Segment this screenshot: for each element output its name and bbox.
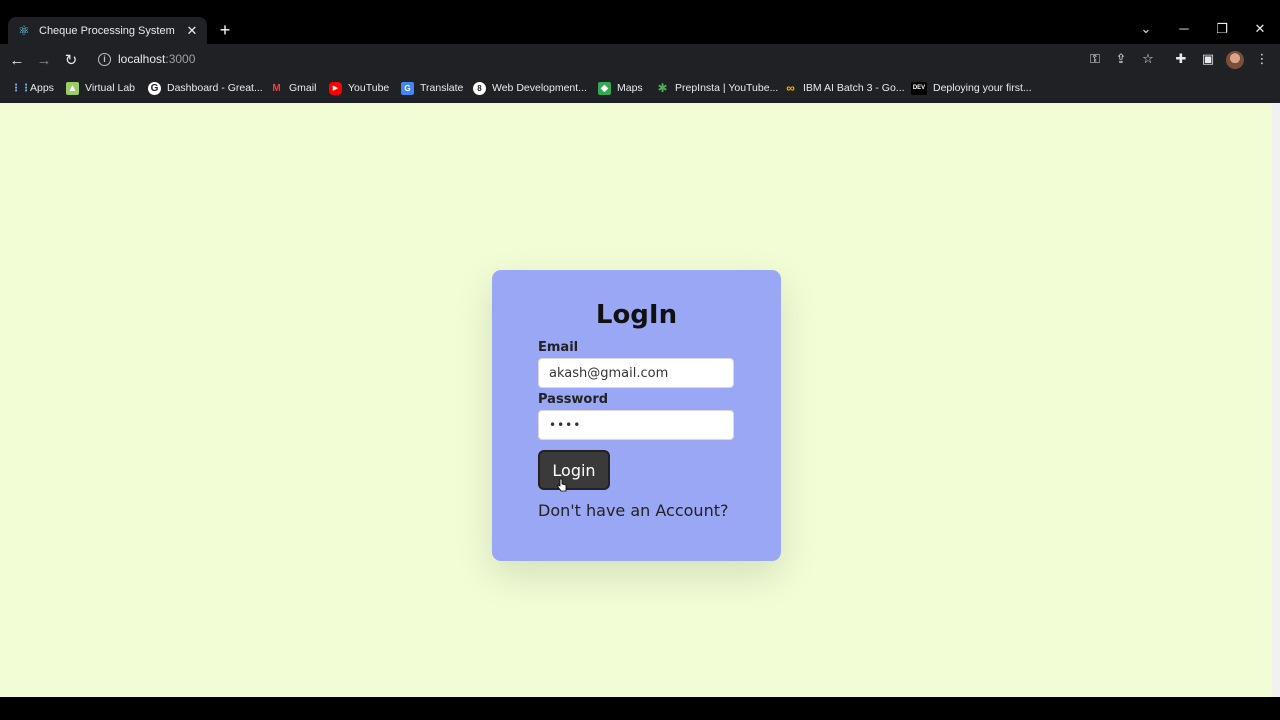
bookmark-label: Virtual Lab: [85, 82, 136, 94]
tab-title: Cheque Processing System: [39, 24, 175, 37]
scrollbar[interactable]: [1272, 103, 1280, 697]
url-text[interactable]: localhost:3000: [118, 52, 195, 66]
bookmark-label: Web Development...: [492, 82, 587, 94]
hand-cursor-icon: [557, 478, 567, 492]
star-icon[interactable]: ☆: [1139, 50, 1157, 68]
email-field[interactable]: [538, 358, 734, 388]
back-icon[interactable]: ←: [7, 51, 27, 71]
bookmark-label: YouTube: [348, 82, 390, 94]
bookmark-label: Translate: [420, 82, 464, 94]
virtual-lab-icon: ▲: [66, 81, 79, 95]
react-icon: ⚛: [18, 22, 30, 38]
bookmark-maps[interactable]: ◆ Maps: [598, 77, 643, 99]
bookmark-web-dev[interactable]: 8 Web Development...: [473, 77, 587, 99]
url-host: localhost: [118, 52, 166, 66]
login-button[interactable]: Login: [538, 450, 610, 490]
password-field[interactable]: [538, 410, 734, 440]
bookmark-label: Dashboard - Great...: [167, 82, 263, 94]
close-icon[interactable]: ✕: [184, 23, 200, 39]
g-icon: G: [148, 81, 161, 95]
key-icon[interactable]: ⚿: [1086, 50, 1104, 68]
bookmark-ibm-ai[interactable]: ∞ IBM AI Batch 3 - Go...: [784, 77, 905, 99]
bookmark-label: IBM AI Batch 3 - Go...: [803, 82, 905, 94]
bookmark-prepinsta[interactable]: ✱ PrepInsta | YouTube...: [656, 77, 778, 99]
sidepanel-icon[interactable]: ▣: [1199, 50, 1217, 68]
reload-icon[interactable]: ↻: [61, 51, 81, 71]
minimize-icon[interactable]: ─: [1174, 19, 1194, 39]
web-dev-icon: 8: [473, 81, 486, 95]
info-icon[interactable]: i: [98, 53, 111, 66]
avatar[interactable]: [1226, 51, 1244, 69]
youtube-icon: ▶: [329, 81, 342, 95]
infinity-icon: ∞: [786, 80, 795, 95]
url-port: :3000: [165, 52, 196, 66]
tab-strip: ⚛ Cheque Processing System ✕ + ⌄ ─ ❐ ✕: [0, 0, 1280, 44]
bookmark-youtube[interactable]: ▶ YouTube: [329, 77, 389, 99]
gmail-icon: M: [272, 82, 281, 94]
dev-icon: DEV: [911, 81, 927, 95]
bookmark-gmail[interactable]: M Gmail: [270, 77, 316, 99]
plus-icon[interactable]: +: [216, 21, 234, 39]
share-icon[interactable]: ⇪: [1112, 50, 1130, 68]
page-title: LogIn: [595, 300, 678, 330]
tab-cheque-processing[interactable]: ⚛ Cheque Processing System ✕: [8, 17, 207, 44]
password-label: Password: [538, 392, 609, 407]
bookmark-label: Apps: [30, 82, 54, 94]
extensions-icon[interactable]: ✚: [1172, 50, 1190, 68]
translate-icon: G: [401, 81, 414, 95]
apps-grid-icon: ⋮⋮: [11, 82, 31, 94]
page-content: LogIn Email Password Login Don't have an…: [0, 103, 1272, 697]
bookmark-label: Deploying your first...: [933, 82, 1032, 94]
address-bar[interactable]: i localhost:3000: [90, 47, 1162, 73]
chevron-down-icon[interactable]: ⌄: [1136, 19, 1156, 39]
signup-link[interactable]: Don't have an Account?: [538, 501, 728, 520]
bookmark-label: Maps: [617, 82, 643, 94]
bookmark-dashboard[interactable]: G Dashboard - Great...: [148, 77, 263, 99]
maps-icon: ◆: [598, 81, 611, 95]
bookmark-label: PrepInsta | YouTube...: [675, 82, 779, 94]
email-label: Email: [538, 340, 579, 355]
bookmark-virtual-lab[interactable]: ▲ Virtual Lab: [66, 77, 135, 99]
forward-icon[interactable]: →: [34, 51, 54, 71]
bookmarks-bar: ⋮⋮ Apps ▲ Virtual Lab G Dashboard - Great..…: [0, 77, 1280, 103]
bookmark-translate[interactable]: G Translate: [401, 77, 463, 99]
menu-icon[interactable]: ⋮: [1253, 50, 1271, 68]
browser-chrome: ⚛ Cheque Processing System ✕ + ⌄ ─ ❐ ✕ ←…: [0, 0, 1280, 103]
close-icon[interactable]: ✕: [1250, 19, 1270, 39]
bookmark-apps[interactable]: ⋮⋮ Apps: [11, 77, 54, 99]
bookmark-deploying[interactable]: DEV Deploying your first...: [911, 77, 1032, 99]
login-card: LogIn Email Password Login Don't have an…: [492, 270, 781, 561]
restore-icon[interactable]: ❐: [1212, 19, 1232, 39]
bottom-bar: [0, 697, 1280, 720]
prepinsta-icon: ✱: [657, 80, 668, 95]
bookmark-label: Gmail: [289, 82, 317, 94]
